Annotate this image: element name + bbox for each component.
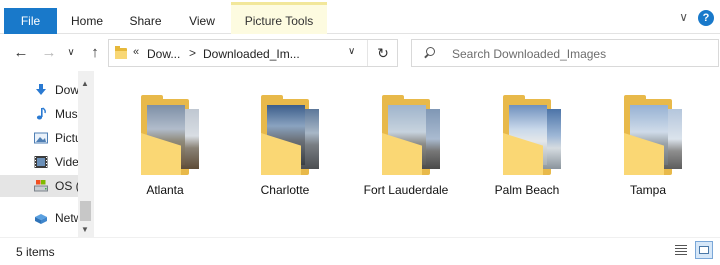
- breadcrumb-downloads[interactable]: Dow...: [147, 47, 180, 61]
- folder-name: Tampa: [629, 183, 667, 197]
- file-list: Atlanta Charlotte Fort Lauderdale Palm B…: [95, 71, 720, 237]
- forward-arrow-icon[interactable]: →: [40, 43, 58, 61]
- scroll-up-icon[interactable]: ▲: [81, 79, 89, 88]
- back-arrow-icon[interactable]: ←: [12, 43, 30, 61]
- folder-item-palm-beach[interactable]: Palm Beach: [467, 91, 587, 206]
- folder-item-atlanta[interactable]: Atlanta: [105, 91, 225, 206]
- music-icon: [36, 107, 46, 120]
- folder-name: Fort Lauderdale: [363, 183, 449, 197]
- folder-item-fort-lauderdale[interactable]: Fort Lauderdale: [346, 91, 466, 206]
- details-view-icon[interactable]: [673, 242, 689, 258]
- address-dropdown-icon[interactable]: ∨: [348, 46, 355, 57]
- folder-with-photos-icon: [503, 95, 563, 175]
- pictures-icon: [34, 132, 48, 144]
- folder-with-photos-icon: [624, 95, 684, 175]
- folder-icon: [115, 46, 127, 59]
- search-input[interactable]: Search Downloaded_Images: [411, 39, 719, 67]
- breadcrumb-separator-icon[interactable]: >: [189, 46, 196, 60]
- nav-item-label: OS (C:): [55, 179, 78, 193]
- nav-item-network[interactable]: Network: [0, 207, 78, 229]
- nav-item-label: Music: [55, 107, 78, 121]
- folder-name: Palm Beach: [494, 183, 560, 197]
- folder-item-tampa[interactable]: Tampa: [588, 91, 708, 206]
- videos-icon: [34, 156, 48, 168]
- download-icon: [36, 84, 46, 95]
- large-icons-view-icon[interactable]: [695, 241, 713, 259]
- search-icon: [424, 47, 435, 59]
- folder-with-photos-icon: [382, 95, 442, 175]
- nav-item-os-drive[interactable]: OS (C:): [0, 175, 78, 197]
- tab-home[interactable]: Home: [62, 8, 112, 34]
- scroll-down-icon[interactable]: ▼: [81, 225, 89, 234]
- recent-locations-chevron-icon[interactable]: ∨: [62, 43, 80, 61]
- address-overflow-icon[interactable]: «: [133, 46, 139, 58]
- nav-item-pictures[interactable]: Pictures: [0, 127, 78, 149]
- address-toolbar: ← → ∨ ↑ « Dow... > Downloaded_Im... ∨ ↻ …: [0, 35, 720, 71]
- item-count: 5 items: [16, 245, 55, 259]
- nav-item-label: Downloads: [55, 83, 78, 97]
- tab-picture-tools[interactable]: Picture Tools: [231, 2, 327, 34]
- status-bar: 5 items: [0, 237, 720, 265]
- nav-item-label: Network: [55, 211, 78, 225]
- help-icon[interactable]: ?: [698, 10, 714, 26]
- folder-name: Atlanta: [146, 183, 184, 197]
- nav-item-music[interactable]: Music: [0, 103, 78, 125]
- refresh-icon[interactable]: ↻: [367, 40, 398, 66]
- up-arrow-icon[interactable]: ↑: [86, 43, 104, 61]
- address-bar[interactable]: « Dow... > Downloaded_Im... ∨ ↻: [108, 39, 398, 67]
- nav-pane-scrollbar[interactable]: ▲ ▼: [78, 71, 93, 237]
- nav-item-downloads[interactable]: Downloads: [0, 79, 78, 101]
- folder-with-photos-icon: [141, 95, 201, 175]
- network-icon: [35, 214, 47, 224]
- scrollbar-thumb[interactable]: [80, 201, 91, 221]
- nav-item-videos[interactable]: Videos: [0, 151, 78, 173]
- drive-icon: [34, 180, 48, 192]
- ribbon-controls: ∨ ?: [679, 10, 714, 26]
- breadcrumb-downloaded-images[interactable]: Downloaded_Im...: [203, 47, 300, 61]
- folder-with-photos-icon: [261, 95, 321, 175]
- folder-item-charlotte[interactable]: Charlotte: [225, 91, 345, 206]
- navigation-pane: Downloads Music Pictures Videos: [0, 71, 94, 237]
- nav-item-label: Pictures: [55, 131, 78, 145]
- tab-view[interactable]: View: [178, 8, 226, 34]
- nav-item-label: Videos: [55, 155, 78, 169]
- ribbon-collapse-icon[interactable]: ∨: [679, 10, 688, 26]
- tab-share[interactable]: Share: [118, 8, 173, 34]
- ribbon: File Home Share View Picture Tools ∨ ?: [0, 0, 720, 34]
- search-placeholder: Search Downloaded_Images: [452, 47, 607, 61]
- file-tab[interactable]: File: [4, 8, 57, 34]
- folder-name: Charlotte: [260, 183, 310, 197]
